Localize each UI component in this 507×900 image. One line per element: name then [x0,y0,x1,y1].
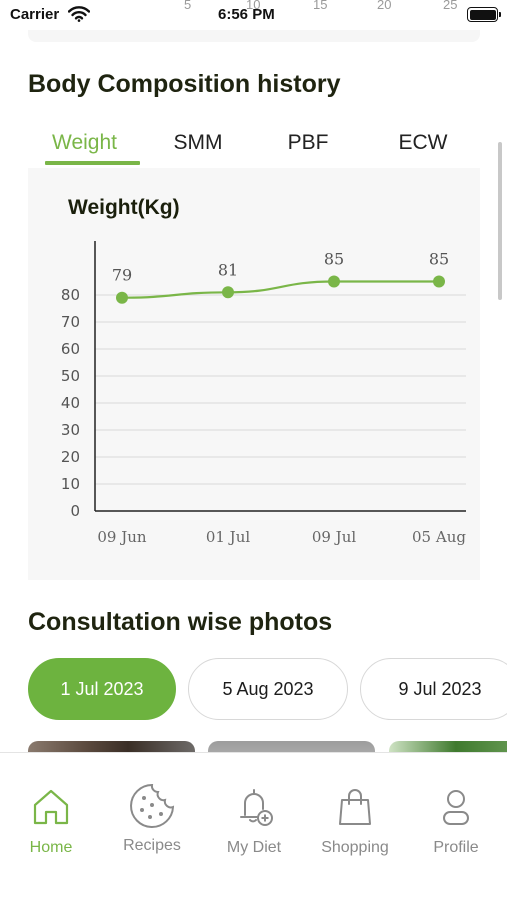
data-point [433,275,445,288]
tabbar-item-my-diet[interactable]: My Diet [204,787,304,867]
carrier-label: Carrier [10,6,60,23]
faint-number: 5 [184,0,192,12]
y-tick-label: 80 [61,286,80,304]
y-tick-label: 30 [61,421,80,439]
clock-time: 6:56 PM [218,6,275,23]
x-tick-label: 09 Jun [97,528,147,546]
data-label: 81 [218,260,238,279]
tabbar-item-profile[interactable]: Profile [406,787,506,867]
tab-pbf[interactable]: PBF [258,125,358,167]
tabbar-item-home[interactable]: Home [1,787,101,867]
faint-number: 15 [313,0,328,12]
x-tick-label: 09 Jul [312,528,357,546]
status-bar: Carrier 5 10 15 20 25 6:56 PM [0,0,507,30]
y-tick-label: 50 [61,367,80,385]
tab-ecw[interactable]: ECW [373,125,473,167]
y-tick-label: 70 [61,313,80,331]
data-label: 79 [112,266,132,285]
data-label: 85 [324,250,344,269]
tabbar-item-shopping[interactable]: Shopping [305,787,405,867]
data-point [328,275,340,288]
y-tick-label: 60 [61,340,80,358]
faint-number: 20 [377,0,392,12]
tabbar-label: Recipes [123,837,181,854]
faint-number: 25 [443,0,458,12]
tabbar-label: Profile [433,839,479,856]
tabbar-item-recipes[interactable]: Recipes [102,783,202,867]
wifi-icon [67,6,91,27]
date-pills: 1 Jul 2023 5 Aug 2023 9 Jul 2023 [28,658,507,721]
date-pill-3[interactable]: 9 Jul 2023 [360,658,507,720]
y-tick-label: 10 [61,475,80,493]
y-tick-label: 20 [61,448,80,466]
body-composition-tabs: Weight SMM PBF ECW [28,125,478,167]
tabbar-label: Home [29,839,73,856]
home-icon [33,789,69,825]
x-tick-label: 01 Jul [206,528,251,546]
battery-icon [467,7,498,22]
body-composition-title: Body Composition history [28,70,341,98]
active-tab-indicator [45,161,140,165]
consultation-photos-title: Consultation wise photos [28,608,333,636]
shopping-bag-icon [339,789,371,825]
bottom-tab-bar: Home Recipes My Diet Shopping Profile [0,752,507,900]
profile-icon [443,790,469,825]
x-tick-label: 05 Aug [412,528,466,546]
bell-add-icon [240,789,273,826]
previous-card-edge [28,30,480,42]
cookie-icon [130,783,175,828]
scrollbar[interactable] [498,142,502,300]
tabbar-label: My Diet [226,839,282,856]
data-label: 85 [429,250,449,269]
weight-chart-card: Weight(Kg) 0 10 20 30 40 50 60 70 80 09 Jun 01 Jul… [28,168,480,580]
date-pill-2[interactable]: 5 Aug 2023 [188,658,348,720]
battery-tip [499,12,501,17]
y-tick-label: 0 [70,502,80,520]
weight-line-chart: 0 10 20 30 40 50 60 70 80 09 Jun 01 Jul 09 Jul 05 Au… [61,241,466,546]
y-tick-label: 40 [61,394,80,412]
data-point [222,286,234,299]
tab-smm[interactable]: SMM [148,125,248,167]
date-pill-1[interactable]: 1 Jul 2023 [28,658,176,720]
tabbar-label: Shopping [321,839,389,856]
data-point [116,291,128,304]
